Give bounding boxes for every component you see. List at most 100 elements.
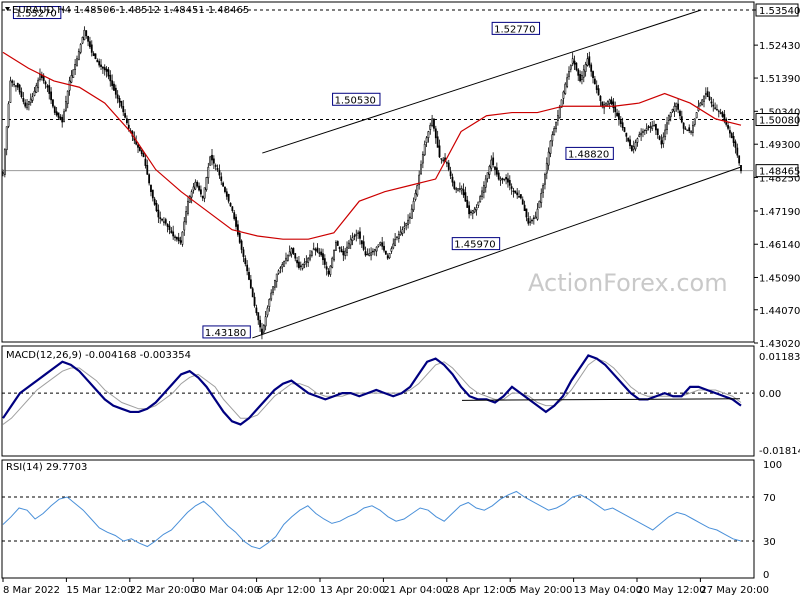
- candle-body: [292, 247, 295, 254]
- candle-body: [148, 174, 151, 184]
- candle-body: [636, 138, 639, 143]
- candle-body: [462, 189, 465, 196]
- candle-body: [592, 71, 594, 79]
- candle-body: [655, 123, 657, 131]
- candle-body: [33, 90, 36, 96]
- candle-body: [682, 122, 685, 129]
- candle-body: [235, 216, 237, 227]
- candle-body: [238, 232, 241, 243]
- candle-body: [680, 116, 683, 123]
- candle-body: [399, 231, 402, 236]
- time-axis-tick: 15 Mar 12:00: [66, 585, 133, 596]
- candle-body: [327, 270, 330, 275]
- candle-body: [420, 164, 422, 175]
- price-annotation-label: 1.43180: [205, 328, 246, 339]
- candle-body: [31, 96, 34, 101]
- candle-body: [72, 69, 75, 78]
- watermark: ActionForex.com: [528, 269, 728, 297]
- candle-body: [170, 230, 173, 234]
- candle-body: [625, 132, 628, 137]
- candle-body: [492, 157, 495, 166]
- candle-body: [414, 192, 417, 200]
- candle-body: [423, 143, 426, 156]
- candle-body: [571, 58, 574, 64]
- candle-body: [616, 112, 618, 117]
- candle-body: [175, 236, 178, 240]
- candle-body: [203, 187, 206, 199]
- candle-body: [673, 105, 676, 112]
- candle-body: [595, 85, 598, 90]
- candle-body: [640, 132, 643, 136]
- candle-body: [693, 118, 696, 125]
- candle-body: [614, 106, 617, 113]
- candle-body: [519, 194, 522, 199]
- time-axis-tick: 21 Apr 04:00: [383, 585, 448, 596]
- candle-body: [155, 202, 158, 211]
- candle-body: [375, 246, 378, 252]
- candle-body: [627, 137, 630, 142]
- candle-body: [46, 85, 49, 88]
- candle-body: [303, 262, 306, 265]
- candle-body: [610, 99, 613, 105]
- candle-body: [451, 176, 454, 183]
- candle-body: [96, 59, 99, 63]
- candle-body: [714, 107, 717, 109]
- candle-body: [116, 94, 119, 99]
- macd-axis-tick: 0.00: [759, 389, 781, 400]
- candle-body: [322, 253, 324, 261]
- candle-body: [669, 112, 672, 118]
- candle-body: [277, 270, 280, 274]
- candle-body: [458, 188, 461, 190]
- candle-body: [518, 196, 520, 198]
- candle-body: [529, 221, 532, 223]
- price-axis-tick: 1.49300: [759, 140, 800, 151]
- candle-body: [137, 144, 139, 148]
- candle-body: [501, 178, 504, 180]
- candle-body: [630, 145, 633, 151]
- candle-body: [566, 77, 569, 87]
- candle-body: [240, 240, 243, 250]
- candle-body: [144, 158, 147, 166]
- candle-body: [113, 83, 115, 91]
- candle-body: [407, 219, 409, 225]
- candle-body: [55, 111, 58, 116]
- candle-body: [229, 202, 232, 207]
- candle-body: [244, 258, 247, 265]
- candle-body: [499, 178, 502, 181]
- candle-body: [503, 178, 506, 181]
- candle-body: [704, 93, 707, 95]
- candle-body: [3, 149, 6, 175]
- candle-body: [581, 75, 583, 80]
- candle-body: [621, 122, 624, 128]
- candle-body: [590, 64, 593, 72]
- candle-body: [318, 252, 321, 254]
- candle-body: [431, 118, 434, 126]
- candle-body: [532, 217, 535, 219]
- candle-body: [50, 91, 52, 101]
- candle-body: [224, 186, 226, 192]
- candle-body: [357, 232, 360, 234]
- candle-body: [52, 99, 54, 107]
- candle-body: [331, 257, 334, 268]
- candle-body: [396, 236, 398, 238]
- candle-body: [360, 240, 363, 245]
- candle-body: [220, 176, 223, 181]
- candle-body: [392, 243, 395, 249]
- candle-body: [255, 307, 258, 314]
- candle-body: [586, 58, 589, 66]
- candle-body: [26, 103, 28, 109]
- candle-body: [588, 56, 591, 66]
- candle-body: [531, 219, 533, 222]
- candle-body: [29, 98, 32, 104]
- candle-body: [81, 37, 84, 44]
- candle-body: [730, 133, 733, 139]
- candle-body: [460, 188, 463, 191]
- candle-body: [555, 121, 557, 130]
- candle-body: [299, 265, 302, 267]
- candle-body: [101, 66, 104, 69]
- candle-body: [13, 83, 15, 86]
- candle-body: [109, 74, 112, 82]
- candle-body: [201, 195, 204, 199]
- candle-body: [608, 99, 611, 104]
- candle-body: [338, 246, 341, 249]
